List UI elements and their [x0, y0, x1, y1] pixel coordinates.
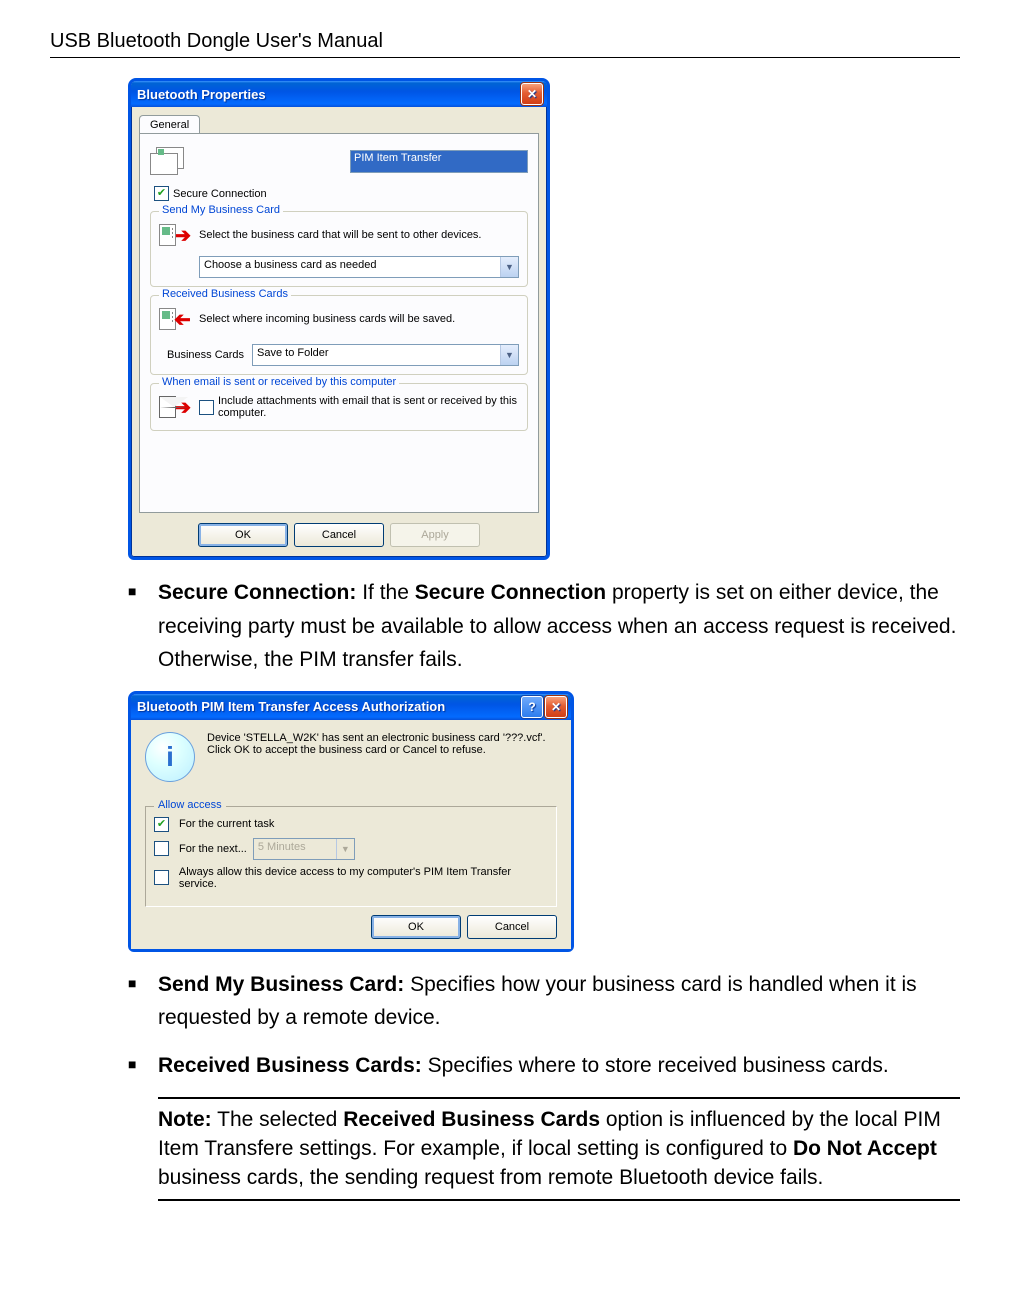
window-title: Bluetooth PIM Item Transfer Access Autho…	[137, 699, 519, 714]
allow-access-legend: Allow access	[154, 799, 226, 811]
tab-general[interactable]: General	[139, 115, 200, 134]
recv-card-text: Select where incoming business cards wil…	[199, 313, 455, 325]
secure-connection-checkbox[interactable]: ✔	[154, 186, 169, 201]
recv-card-legend: Received Business Cards	[159, 288, 291, 300]
pim-name-input[interactable]: PIM Item Transfer	[350, 150, 528, 173]
bullet-received-cards: Received Business Cards: Specifies where…	[158, 1049, 960, 1083]
send-card-combo[interactable]: Choose a business card as needed ▼	[199, 256, 519, 278]
apply-button: Apply	[390, 523, 480, 547]
recv-card-icon: ➔	[159, 304, 191, 334]
ok-button[interactable]: OK	[371, 915, 461, 939]
always-allow-label: Always allow this device access to my co…	[179, 866, 548, 890]
info-icon: i	[145, 732, 195, 782]
cancel-button[interactable]: Cancel	[294, 523, 384, 547]
ok-button[interactable]: OK	[198, 523, 288, 547]
for-next-checkbox[interactable]	[154, 841, 169, 856]
close-icon[interactable]: ✕	[545, 696, 567, 718]
chevron-down-icon[interactable]: ▼	[500, 257, 518, 277]
bullet-icon: ■	[128, 968, 158, 1035]
pim-access-auth-window: Bluetooth PIM Item Transfer Access Autho…	[128, 691, 574, 952]
send-card-text: Select the business card that will be se…	[199, 229, 482, 241]
bullet-secure-connection: Secure Connection: If the Secure Connect…	[158, 576, 960, 677]
include-attachments-checkbox[interactable]	[199, 400, 214, 415]
window-title: Bluetooth Properties	[137, 87, 519, 102]
page-header: USB Bluetooth Dongle User's Manual	[50, 30, 960, 58]
secure-connection-label: Secure Connection	[173, 188, 267, 200]
send-card-icon: ➔	[159, 220, 191, 250]
email-legend: When email is sent or received by this c…	[159, 376, 399, 388]
note-box: Note: The selected Received Business Car…	[158, 1097, 960, 1201]
bullet-icon: ■	[128, 1049, 158, 1083]
bullet-send-card: Send My Business Card: Specifies how you…	[158, 968, 960, 1035]
pim-transfer-icon	[150, 146, 182, 176]
bluetooth-properties-window: Bluetooth Properties ✕ General PIM Item …	[128, 78, 550, 560]
for-next-combo: 5 Minutes ▼	[253, 838, 355, 860]
chevron-down-icon: ▼	[336, 839, 354, 859]
for-current-task-label: For the current task	[179, 818, 274, 830]
cancel-button[interactable]: Cancel	[467, 915, 557, 939]
mail-icon: ➔	[159, 392, 191, 422]
for-next-label: For the next...	[179, 843, 247, 855]
bullet-icon: ■	[128, 576, 158, 677]
always-allow-checkbox[interactable]	[154, 870, 169, 885]
close-icon[interactable]: ✕	[521, 83, 543, 105]
for-current-task-checkbox[interactable]: ✔	[154, 817, 169, 832]
include-attachments-label: Include attachments with email that is s…	[218, 395, 519, 419]
help-icon[interactable]: ?	[521, 696, 543, 718]
business-cards-label: Business Cards	[167, 349, 244, 361]
send-card-legend: Send My Business Card	[159, 204, 283, 216]
chevron-down-icon[interactable]: ▼	[500, 345, 518, 365]
auth-message: Device 'STELLA_W2K' has sent an electron…	[207, 732, 557, 782]
recv-card-combo[interactable]: Save to Folder ▼	[252, 344, 519, 366]
